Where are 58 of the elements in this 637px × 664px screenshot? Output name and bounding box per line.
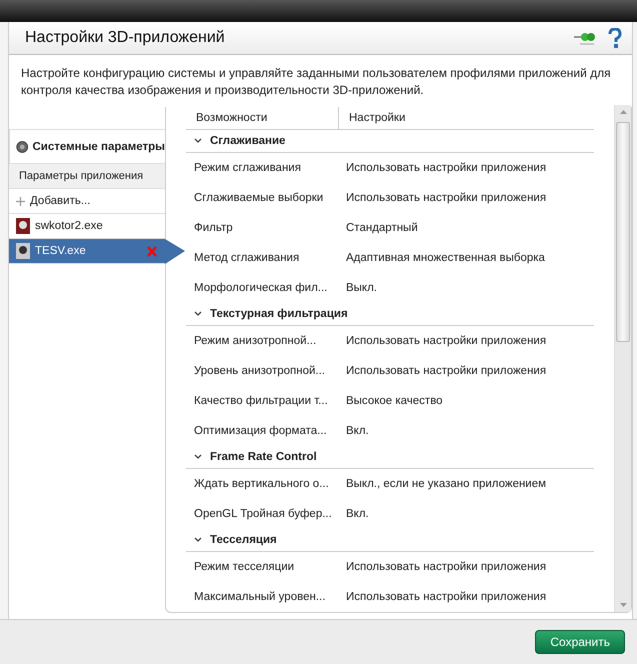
feature-cell-text: Максимальный уровен... — [193, 591, 326, 603]
chevron-icon — [194, 537, 202, 543]
setting-value[interactable]: Использовать настройки приложения — [338, 162, 546, 174]
feature-cell-text: Сглаживаемые выборки — [193, 192, 324, 204]
column-header: Возможности — [195, 111, 268, 126]
group-title: Frame Rate Control — [210, 451, 317, 463]
gear-icon — [16, 138, 28, 154]
group-header[interactable]: Frame Rate Control — [186, 446, 594, 469]
column-header: Настройки — [338, 107, 594, 129]
feature-cell-text: OpenGL Тройная буфер... — [193, 508, 332, 520]
setting-value[interactable]: Использовать настройки приложения — [338, 365, 546, 377]
feature-cell-text: Уровень анизотропной... — [193, 365, 325, 377]
setting-value[interactable]: Вкл. — [338, 425, 369, 437]
feature-cell-text: Ждать вертикального о... — [193, 478, 329, 490]
group-header[interactable]: Тесселяция — [186, 529, 594, 552]
setting-value[interactable]: Использовать настройки приложения — [338, 591, 546, 603]
chevron-icon — [194, 311, 202, 317]
system-settings-label: Системные параметры — [32, 140, 165, 152]
feature-cell-text: Режим тесселяции — [193, 561, 294, 573]
setting-value[interactable]: Выкл. — [338, 282, 378, 294]
feature-cell-text: Морфологическая фил... — [193, 282, 328, 294]
group-title: Сглаживание — [210, 135, 286, 147]
app-name: swkotor2.exe — [35, 220, 103, 232]
feature-cell-text: Режим анизотропной... — [193, 335, 316, 347]
setting-value[interactable]: Выкл., если не указано приложением — [338, 478, 546, 490]
scroll-down-icon[interactable] — [620, 603, 626, 607]
group-title: Текстурная фильтрация — [210, 308, 348, 320]
pin-icon[interactable] — [574, 31, 596, 45]
plus-icon — [16, 196, 25, 206]
setting-value[interactable]: Адаптивная множественная выборка — [338, 252, 545, 264]
feature-cell-text: Качество фильтрации т... — [193, 395, 328, 407]
setting-value[interactable]: Вкл. — [338, 508, 369, 520]
chevron-icon — [194, 138, 202, 144]
app-icon — [16, 243, 30, 259]
help-icon[interactable] — [608, 28, 622, 48]
setting-value[interactable]: Высокое качество — [338, 395, 443, 407]
group-header[interactable]: Сглаживание — [186, 130, 594, 153]
add-app-label: Добавить... — [30, 195, 90, 207]
section-header: Параметры приложения — [9, 164, 165, 189]
chevron-icon — [194, 454, 202, 460]
feature-cell-text: Оптимизация формата... — [193, 425, 327, 437]
feature-cell-text: Режим сглаживания — [193, 162, 301, 174]
feature-cell-text: Фильтр — [193, 222, 233, 234]
delete-icon[interactable] — [147, 246, 157, 256]
description-text: Настройте конфигурацию системы и управляйте заданными пользователем профилями приложений для контроля качества изображения и производительности 3D-приложений. — [21, 65, 612, 99]
group-title: Тесселяция — [210, 534, 277, 546]
feature-cell-text: Метод сглаживания — [193, 252, 300, 264]
group-header[interactable]: Текстурная фильтрация — [186, 303, 594, 326]
save-button[interactable]: Сохранить — [535, 630, 625, 654]
app-icon — [16, 218, 30, 234]
selection-pointer — [165, 239, 185, 264]
setting-value[interactable]: Использовать настройки приложения — [338, 192, 546, 204]
app-name: TESV.exe — [35, 245, 86, 257]
scroll-up-icon[interactable] — [620, 110, 626, 114]
setting-value[interactable]: Стандартный — [338, 222, 418, 234]
setting-value[interactable]: Использовать настройки приложения — [338, 335, 546, 347]
window-title: Настройки 3D-приложений — [25, 29, 226, 47]
setting-value[interactable]: Использовать настройки приложения — [338, 561, 546, 573]
